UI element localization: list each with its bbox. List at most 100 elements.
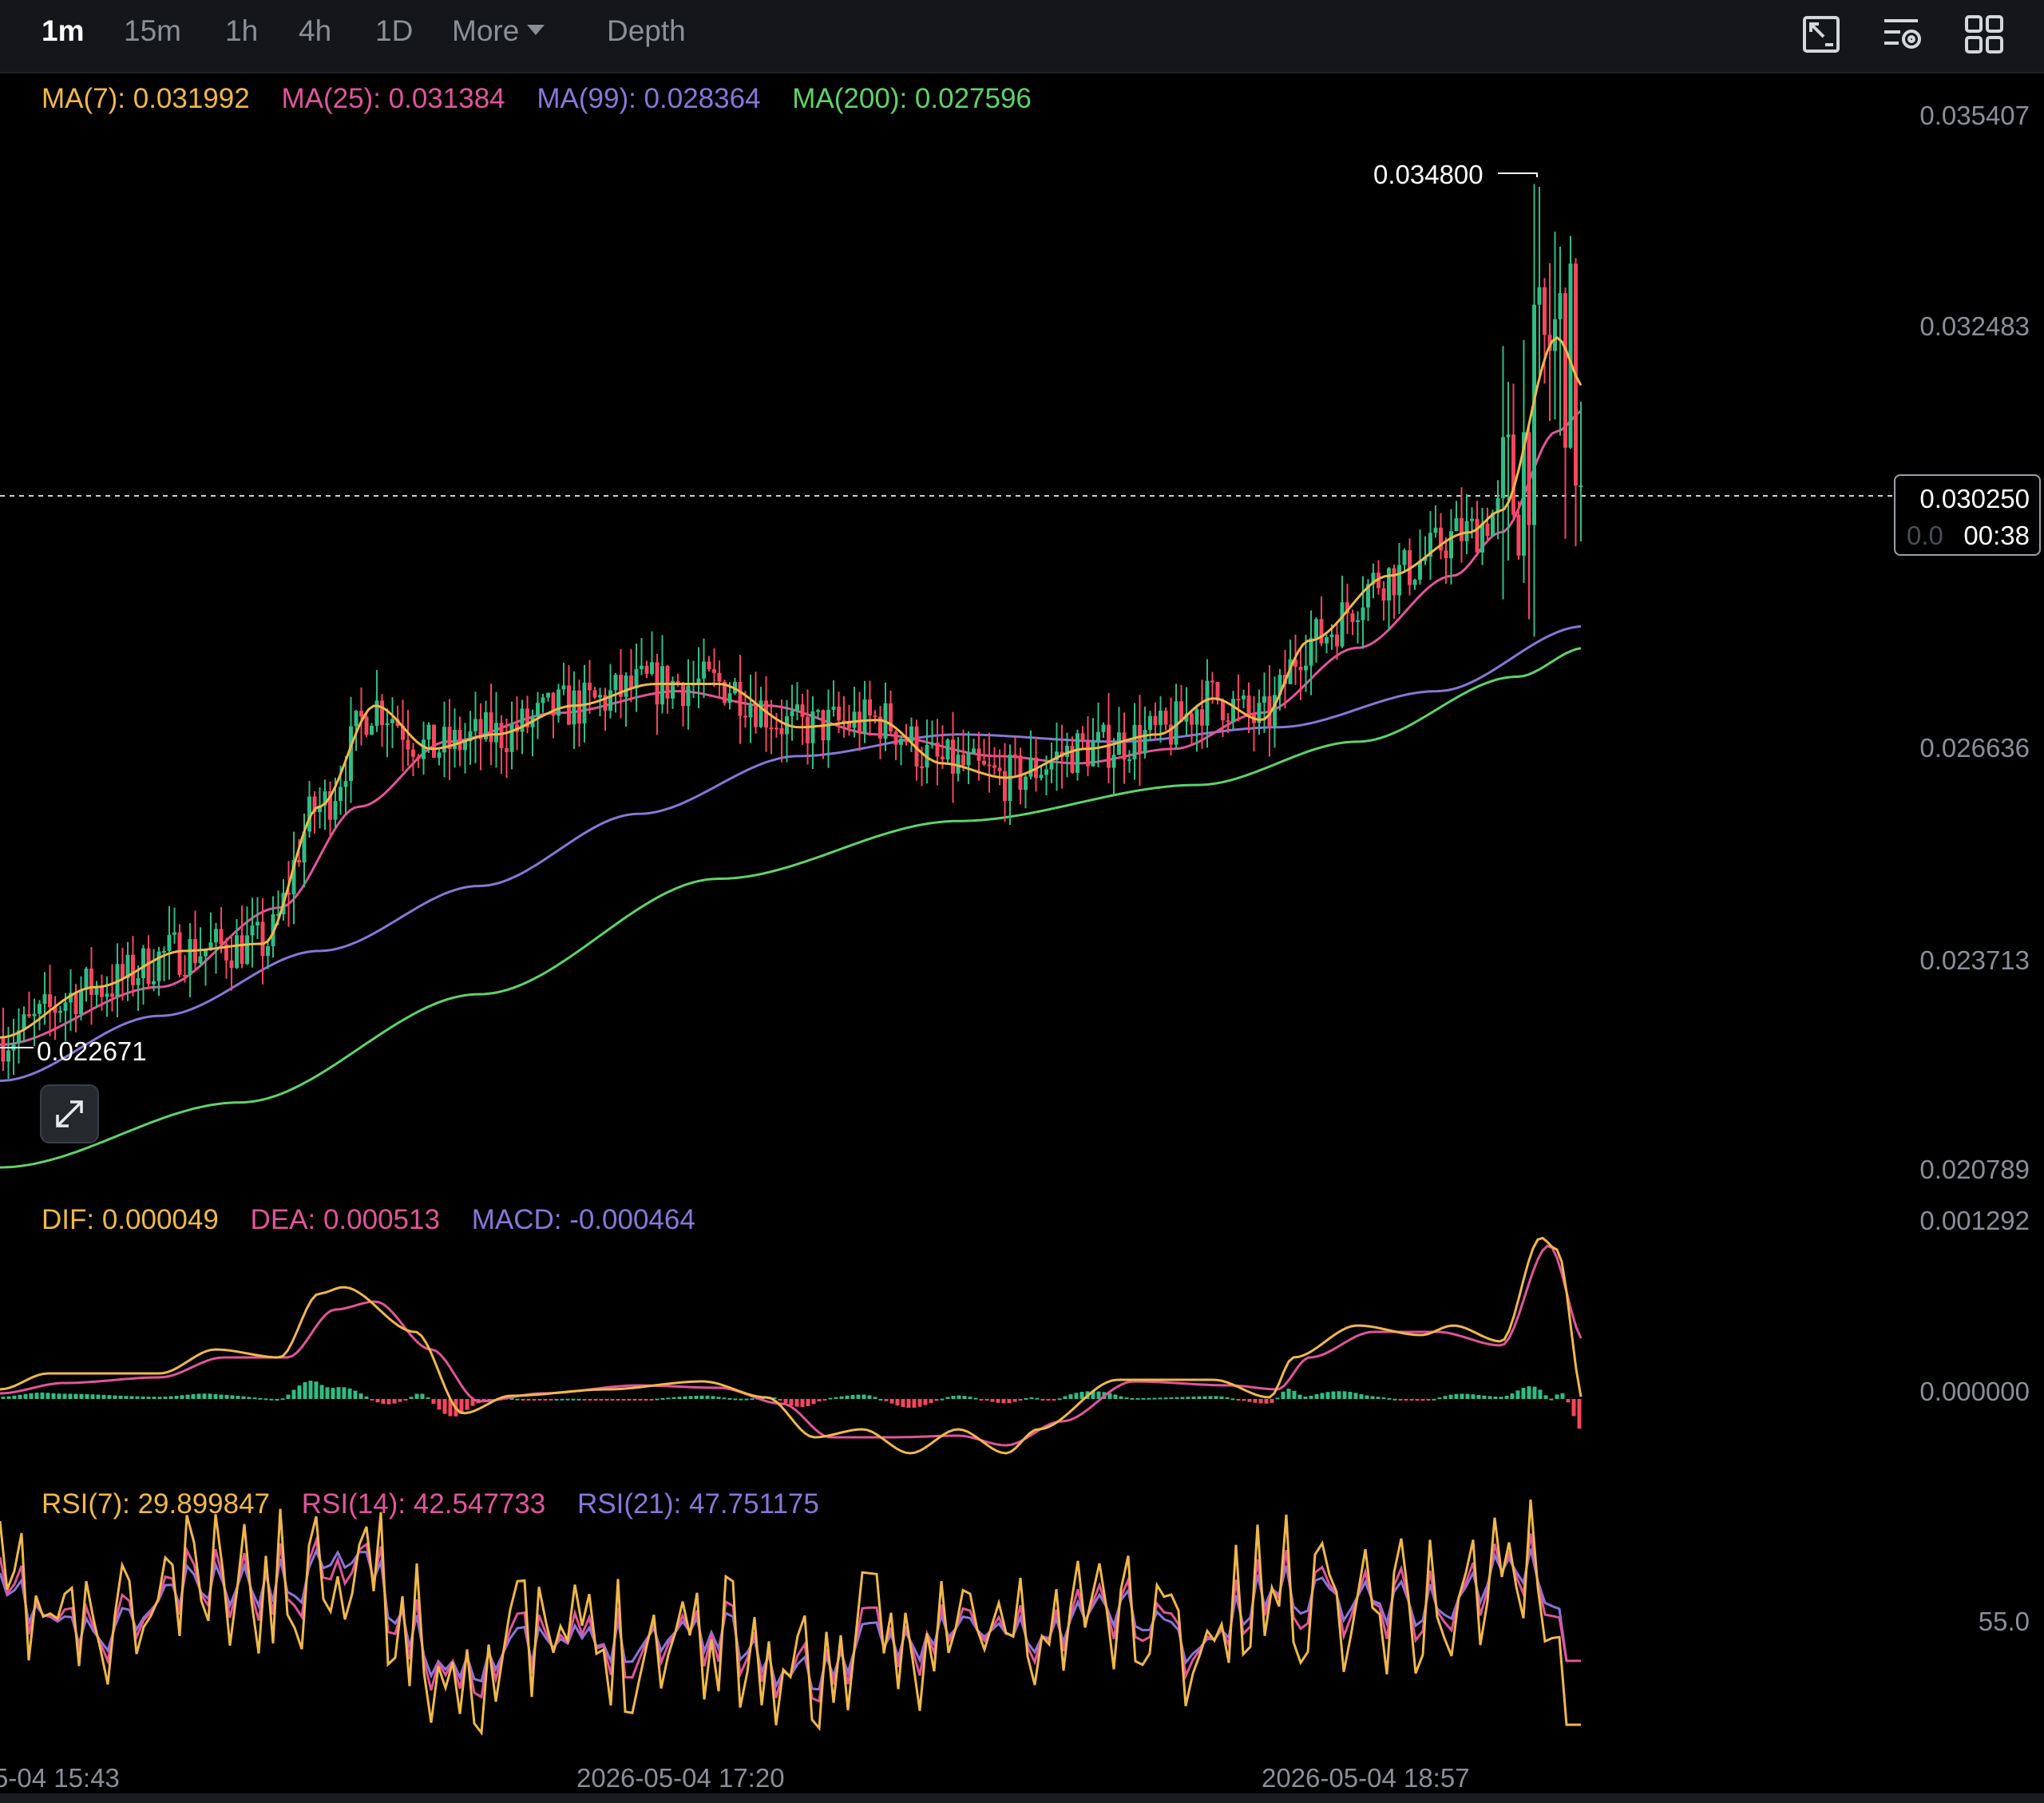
macd-bar <box>1342 1391 1347 1399</box>
macd-bar <box>1191 1397 1196 1399</box>
candle-body <box>453 730 457 750</box>
candle-body <box>1138 724 1142 754</box>
macd-bar <box>392 1399 397 1404</box>
current-price-tag: 0.0 0.030250 00:38 <box>1894 474 2041 556</box>
candle-body <box>162 950 166 953</box>
macd-bar <box>1141 1397 1146 1400</box>
rsi14-value: RSI(14): 42.547733 <box>301 1488 546 1520</box>
candle-body <box>1205 680 1210 726</box>
ma25-value: MA(25): 0.031384 <box>281 83 505 114</box>
macd-bar <box>1476 1394 1481 1399</box>
candle-body <box>240 935 244 965</box>
candle-body <box>1579 485 1583 488</box>
time-tick: 2026-05-04 18:57 <box>1262 1763 1470 1793</box>
macd-bar <box>1046 1399 1051 1401</box>
candle-body <box>1412 579 1417 585</box>
macd-bar <box>1510 1393 1515 1399</box>
macd-bar <box>113 1395 117 1399</box>
candle-body <box>141 948 145 979</box>
macd-bar <box>973 1397 978 1400</box>
fullscreen-button[interactable] <box>40 1084 99 1143</box>
macd-bar <box>1130 1397 1135 1400</box>
candle-body <box>1314 619 1318 639</box>
macd-bar <box>403 1399 408 1401</box>
macd-bar <box>1258 1399 1263 1404</box>
candle-body <box>899 739 903 745</box>
candle-body <box>1242 695 1246 699</box>
candle-body <box>198 956 203 964</box>
candle-body <box>790 711 794 716</box>
macd-bar <box>90 1394 95 1399</box>
macd-bar <box>750 1398 755 1401</box>
macd-bar <box>644 1399 648 1401</box>
candle-body <box>961 755 965 766</box>
macd-bar <box>236 1396 240 1399</box>
macd-bar <box>219 1394 224 1399</box>
macd-bar <box>1124 1397 1129 1400</box>
candle-body <box>42 994 47 1005</box>
macd-bar <box>621 1399 626 1401</box>
macd-bar <box>1242 1399 1246 1401</box>
macd-bar <box>582 1399 587 1401</box>
candle-body <box>1143 730 1147 754</box>
macd-bar <box>57 1393 61 1399</box>
ma99-line <box>0 624 1582 1083</box>
candle-body <box>32 1013 37 1016</box>
macd-bar <box>1024 1398 1028 1401</box>
candle-body <box>1190 713 1194 725</box>
candle-body <box>1221 700 1225 721</box>
candle-body <box>665 666 670 699</box>
macd-bar <box>649 1399 654 1401</box>
macd-bar <box>688 1396 693 1399</box>
macd-bar <box>1007 1399 1012 1404</box>
macd-bar <box>694 1395 699 1399</box>
macd-bar <box>727 1397 732 1400</box>
macd-bar <box>364 1396 369 1399</box>
candle-body <box>972 748 976 754</box>
macd-bar <box>1398 1399 1403 1401</box>
macd-bar <box>1409 1399 1414 1401</box>
macd-bar <box>565 1398 570 1401</box>
macd-bar <box>68 1393 73 1399</box>
macd-bar <box>12 1395 17 1399</box>
ma99-path <box>0 624 1582 1083</box>
expand-icon <box>56 1100 83 1127</box>
macd-bar <box>124 1396 129 1399</box>
candle-body <box>982 760 986 765</box>
macd-bar <box>554 1398 559 1401</box>
macd-bar <box>1208 1396 1213 1399</box>
price-tick: 0.035407 <box>1919 101 2030 130</box>
candle-body <box>374 700 379 726</box>
macd-bar <box>537 1399 542 1401</box>
macd-bar <box>699 1395 704 1399</box>
macd-bar <box>711 1396 715 1399</box>
macd-legend: DIF: 0.000049 DEA: 0.000513 MACD: -0.000… <box>42 1204 719 1236</box>
macd-bar <box>1236 1399 1241 1401</box>
macd-bar <box>856 1394 861 1399</box>
time-tick: 2026-05-04 17:20 <box>576 1763 785 1793</box>
macd-bar <box>303 1382 307 1399</box>
macd-bar <box>1035 1397 1040 1400</box>
candle-body <box>717 672 722 682</box>
candlestick-chart[interactable] <box>0 0 2044 1803</box>
macd-bar <box>269 1398 274 1401</box>
macd-bar <box>1404 1399 1408 1401</box>
macd-bar <box>968 1397 972 1399</box>
macd-bar <box>957 1395 961 1399</box>
macd-bar <box>901 1399 905 1408</box>
candle-body <box>1127 759 1131 762</box>
candle-body <box>624 676 628 697</box>
candle-body <box>1148 715 1152 731</box>
macd-bar <box>62 1393 67 1399</box>
candle-body <box>1454 518 1459 532</box>
macd-bar <box>705 1395 710 1399</box>
candle-body <box>1231 699 1235 722</box>
candle-body <box>681 684 685 707</box>
macd-bar <box>141 1396 145 1399</box>
macd-bar <box>1309 1395 1313 1399</box>
candle-body <box>131 954 135 985</box>
macd-bar <box>331 1388 335 1399</box>
macd-tick: 0.001292 <box>1919 1206 2030 1235</box>
macd-bar <box>1555 1394 1559 1399</box>
macd-bar <box>18 1394 22 1399</box>
